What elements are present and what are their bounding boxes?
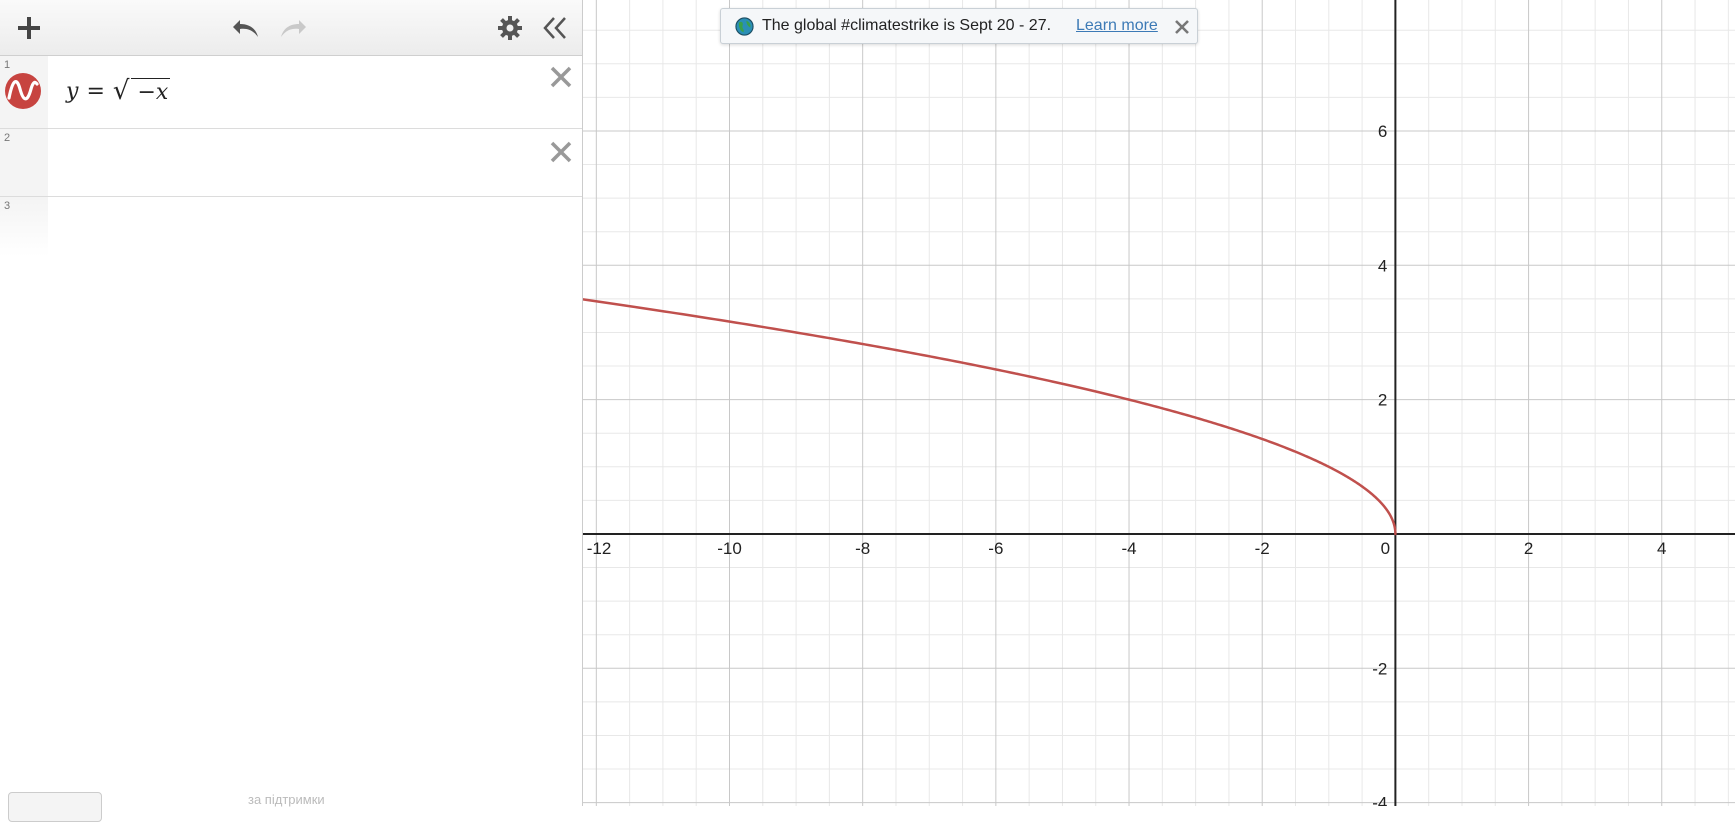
formula-equals: =: [86, 78, 105, 104]
powered-by-text: за підтримки: [248, 792, 325, 807]
powered-by-button[interactable]: [8, 792, 102, 822]
y-tick-label: 4: [1378, 256, 1387, 275]
banner-message: The global #climatestrike is Sept 20 - 2…: [762, 17, 1052, 34]
x-tick-label: -8: [855, 539, 870, 558]
expression-row[interactable]: 3: [0, 197, 582, 257]
expression-toolbar: [0, 0, 582, 56]
x-tick-label: -12: [587, 539, 612, 558]
expression-index: 2: [4, 132, 11, 144]
expression-row[interactable]: 1 y = √ −x: [0, 56, 582, 129]
graph-color-icon[interactable]: [4, 72, 42, 110]
expression-list-panel: 1 y = √ −x 2 3 за підтримки: [0, 0, 583, 822]
y-tick-label: -4: [1372, 794, 1387, 806]
tick-labels: -12 -10 -8 -6 -4 -2 0 2 4 6 4 2 -2 -4: [587, 122, 1667, 806]
redo-icon: [281, 20, 306, 37]
y-tick-label: 2: [1378, 391, 1387, 410]
learn-more-link[interactable]: Learn more: [1076, 17, 1158, 35]
x-tick-label: 0: [1381, 539, 1390, 558]
add-item-button[interactable]: [11, 10, 47, 46]
climate-strike-banner: The global #climatestrike is Sept 20 - 2…: [720, 8, 1198, 44]
y-tick-label: -2: [1372, 659, 1387, 678]
expression-row[interactable]: 2: [0, 129, 582, 197]
x-tick-label: 2: [1524, 539, 1533, 558]
expression-formula[interactable]: y = √ −x: [66, 76, 171, 106]
plus-icon: [18, 17, 40, 39]
formula-lhs: y: [66, 78, 79, 104]
formula-radicand: −x: [131, 77, 171, 105]
curve-sqrt-neg-x[interactable]: [583, 298, 1397, 536]
x-tick-label: -6: [988, 539, 1003, 558]
curve-layer: [583, 298, 1397, 536]
x-tick-label: 4: [1657, 539, 1666, 558]
delete-expression-icon[interactable]: [548, 64, 574, 90]
redo-button[interactable]: [275, 10, 311, 46]
double-chevron-left-icon: [543, 17, 566, 39]
minor-gridlines: [583, 0, 1735, 806]
graph-paper[interactable]: -12 -10 -8 -6 -4 -2 0 2 4 6 4 2 -2 -4: [583, 0, 1735, 806]
globe-icon: [735, 17, 754, 36]
sqrt-symbol: √: [112, 76, 130, 106]
delete-expression-icon[interactable]: [548, 139, 574, 165]
collapse-panel-button[interactable]: [537, 10, 573, 46]
close-icon[interactable]: [1173, 18, 1191, 36]
graph-canvas[interactable]: -12 -10 -8 -6 -4 -2 0 2 4 6 4 2 -2 -4: [583, 0, 1735, 806]
settings-button[interactable]: [492, 10, 528, 46]
x-tick-label: -10: [717, 539, 742, 558]
expression-index: 3: [4, 200, 11, 212]
expression-index: 1: [4, 59, 11, 71]
gear-icon: [498, 16, 522, 40]
x-tick-label: -4: [1121, 539, 1136, 558]
x-tick-label: -2: [1255, 539, 1270, 558]
undo-icon: [233, 20, 258, 37]
y-tick-label: 6: [1378, 122, 1387, 141]
undo-button[interactable]: [228, 10, 264, 46]
